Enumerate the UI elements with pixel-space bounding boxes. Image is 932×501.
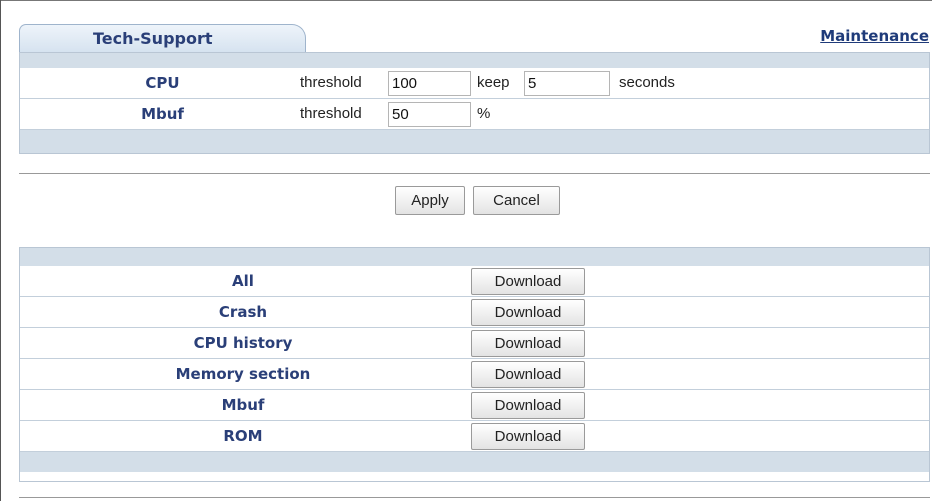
cancel-button[interactable]: Cancel bbox=[473, 186, 560, 215]
maintenance-link[interactable]: Maintenance bbox=[820, 27, 929, 45]
download-button-memory-section[interactable]: Download bbox=[471, 361, 585, 388]
cpu-keep-input[interactable] bbox=[524, 71, 610, 96]
download-row-mbuf: Mbuf Download bbox=[20, 390, 929, 421]
cpu-threshold-label: threshold bbox=[300, 74, 362, 91]
download-row-memory-section: Memory section Download bbox=[20, 359, 929, 390]
cpu-threshold-input[interactable] bbox=[388, 71, 471, 96]
separator-line bbox=[19, 173, 930, 174]
download-button-cpu-history[interactable]: Download bbox=[471, 330, 585, 357]
download-header-band bbox=[20, 248, 929, 266]
apply-button[interactable]: Apply bbox=[395, 186, 465, 215]
download-footer-band bbox=[20, 452, 929, 472]
download-label-mbuf: Mbuf bbox=[221, 396, 265, 414]
bottom-separator-line bbox=[19, 497, 930, 498]
panel-header-band bbox=[20, 53, 929, 68]
mbuf-label: Mbuf bbox=[141, 105, 184, 123]
download-button-mbuf[interactable]: Download bbox=[471, 392, 585, 419]
download-label-all: All bbox=[232, 272, 254, 290]
tab-tech-support[interactable]: Tech-Support bbox=[19, 24, 306, 52]
cpu-row: CPU threshold keep seconds bbox=[20, 68, 929, 99]
cpu-seconds-label: seconds bbox=[619, 74, 675, 91]
cpu-keep-label: keep bbox=[477, 74, 510, 91]
mbuf-row: Mbuf threshold % bbox=[20, 99, 929, 130]
download-label-cpu-history: CPU history bbox=[193, 334, 293, 352]
download-panel: All Download Crash Download CPU history … bbox=[19, 247, 930, 482]
download-button-all[interactable]: Download bbox=[471, 268, 585, 295]
mbuf-threshold-input[interactable] bbox=[388, 102, 471, 127]
download-row-cpu-history: CPU history Download bbox=[20, 328, 929, 359]
mbuf-threshold-label: threshold bbox=[300, 105, 362, 122]
download-button-crash[interactable]: Download bbox=[471, 299, 585, 326]
download-row-crash: Crash Download bbox=[20, 297, 929, 328]
download-label-rom: ROM bbox=[223, 427, 263, 445]
download-label-crash: Crash bbox=[218, 303, 268, 321]
download-row-all: All Download bbox=[20, 266, 929, 297]
download-row-rom: ROM Download bbox=[20, 421, 929, 452]
download-button-rom[interactable]: Download bbox=[471, 423, 585, 450]
panel-footer-band bbox=[20, 130, 929, 153]
download-label-memory-section: Memory section bbox=[175, 365, 311, 383]
cpu-label: CPU bbox=[145, 74, 180, 92]
mbuf-unit-label: % bbox=[477, 105, 491, 122]
threshold-panel: CPU threshold keep seconds Mbuf threshol… bbox=[19, 52, 930, 154]
